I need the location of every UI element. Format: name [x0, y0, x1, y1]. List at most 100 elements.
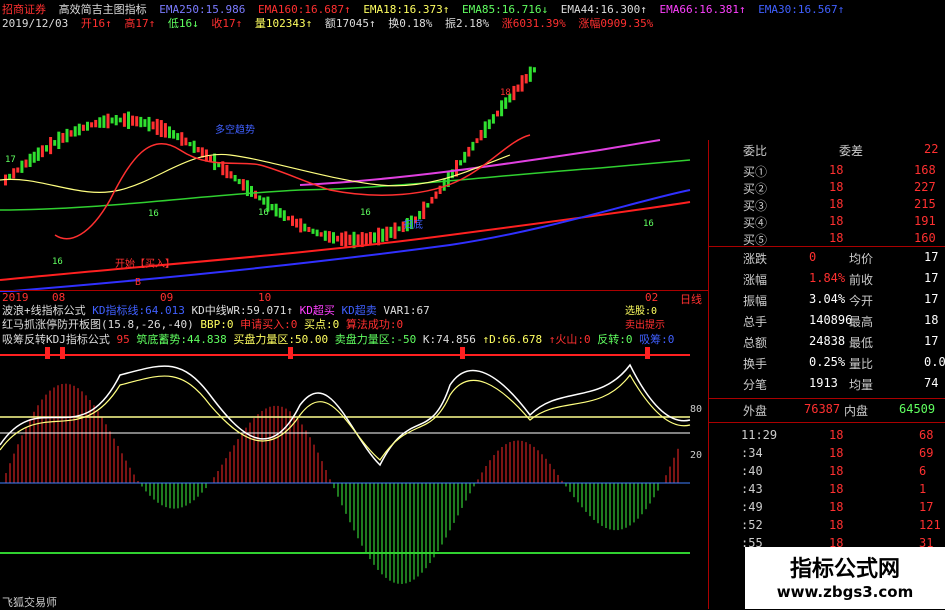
order-volume: 215 — [914, 197, 936, 211]
divider — [709, 246, 945, 247]
candle — [180, 132, 184, 146]
stat-label2: 最低 — [849, 336, 874, 350]
tick-time: :34 — [741, 446, 763, 460]
candle — [483, 121, 487, 138]
candle — [491, 114, 495, 124]
period-label[interactable]: 日线 — [680, 291, 702, 307]
candle — [278, 208, 282, 218]
candle — [20, 160, 24, 173]
tick-time: 11:29 — [741, 428, 778, 442]
tick-volume: 17 — [919, 500, 934, 514]
volume-value: 量102343↑ — [254, 17, 313, 30]
divider — [709, 422, 945, 423]
candle — [528, 66, 532, 82]
candle — [40, 145, 44, 158]
quote-panel: 委比 委差 22 买① 18 168 买② 18 227 买③ 18 215 买④ 1… — [708, 140, 945, 609]
candle — [286, 216, 290, 221]
order-price: 18 — [829, 214, 844, 228]
candle — [77, 123, 81, 136]
stat-value: 1.84% — [809, 271, 846, 285]
stat-label: 涨幅 — [743, 273, 768, 287]
stat-row: 涨幅 1.84% 前收 17 — [709, 269, 945, 290]
buy-b-label: B — [135, 277, 141, 288]
stat-label2: 均量 — [849, 378, 874, 392]
tick-time: :49 — [741, 500, 763, 514]
candle — [65, 128, 69, 143]
k-line — [0, 363, 691, 467]
stat-value: 0 — [809, 250, 817, 264]
candle — [114, 114, 118, 126]
price-label: 16 — [360, 208, 371, 218]
stat-value2: 17 — [924, 271, 939, 285]
candle — [364, 233, 368, 245]
candle — [459, 160, 463, 166]
candle — [475, 138, 479, 144]
candle — [16, 167, 20, 173]
stat-label2: 最高 — [849, 315, 874, 329]
candle — [163, 123, 167, 138]
candle — [393, 222, 397, 239]
candle — [442, 178, 446, 191]
diff-value: 22 — [924, 142, 939, 156]
candle — [73, 126, 77, 137]
candle — [291, 215, 294, 226]
candle — [172, 130, 176, 139]
candlestick-chart[interactable]: 17 16 16 16 16 18 16 多空趋势 开始【买入】 B 扫底 — [0, 30, 708, 292]
candle — [512, 85, 516, 101]
price-label: 16 — [148, 209, 159, 219]
candle — [487, 119, 491, 130]
candle — [299, 218, 303, 233]
candle — [127, 111, 130, 129]
change-value: 涨6031.39% — [501, 17, 566, 30]
candle — [131, 115, 135, 126]
candle — [241, 179, 245, 191]
stat-value: 1913 — [809, 376, 838, 390]
ratio-label: 委比 — [743, 144, 768, 158]
stat-label2: 均价 — [849, 252, 874, 266]
watermark-logo: 指标公式网 www.zbgs3.com — [745, 547, 945, 609]
stat-value2: 17 — [924, 250, 939, 264]
candle — [520, 75, 524, 92]
stat-label2: 前收 — [849, 273, 874, 287]
stat-label: 总手 — [743, 315, 768, 329]
stat-value2: 17 — [924, 334, 939, 348]
signal-marker — [45, 347, 50, 359]
candle — [250, 185, 253, 197]
candle — [524, 74, 528, 84]
diff-label: 委差 — [839, 144, 864, 158]
price-label: 18 — [500, 88, 511, 98]
candle — [139, 116, 143, 128]
outer-value: 76387 — [804, 402, 841, 416]
stat-label: 换手 — [743, 357, 768, 371]
candle — [500, 100, 504, 117]
candle — [496, 110, 499, 117]
amount-value: 额17045↑ — [324, 17, 376, 30]
open-value: 开16↑ — [80, 17, 112, 30]
amplitude-value: 振2.18% — [444, 17, 490, 30]
candle — [282, 210, 286, 221]
candle — [32, 151, 36, 163]
order-price: 18 — [829, 197, 844, 211]
candle — [430, 196, 434, 204]
stat-value: 24838 — [809, 334, 846, 348]
candle — [151, 121, 155, 130]
candle — [356, 234, 360, 246]
divider — [709, 398, 945, 399]
candle — [295, 218, 299, 228]
order-price: 18 — [829, 231, 844, 245]
stat-row: 总手 140896 最高 18 — [709, 311, 945, 332]
candle — [24, 159, 28, 168]
order-volume: 191 — [914, 214, 936, 228]
tick-volume: 69 — [919, 446, 934, 460]
candle — [516, 84, 520, 92]
candle — [209, 155, 212, 162]
order-price: 18 — [829, 163, 844, 177]
date-value: 2019/12/03 — [2, 17, 69, 30]
tick-price: 18 — [829, 482, 844, 496]
candle — [159, 120, 163, 138]
stat-row: 分笔 1913 均量 74 — [709, 374, 945, 395]
stat-label: 分笔 — [743, 378, 768, 392]
indicator-chart[interactable] — [0, 325, 708, 595]
ohlc-values-line: 2019/12/03 开16↑ 高17↑ 低16↓ 收17↑ 量102343↑ … — [2, 15, 659, 31]
tick-volume: 68 — [919, 428, 934, 442]
